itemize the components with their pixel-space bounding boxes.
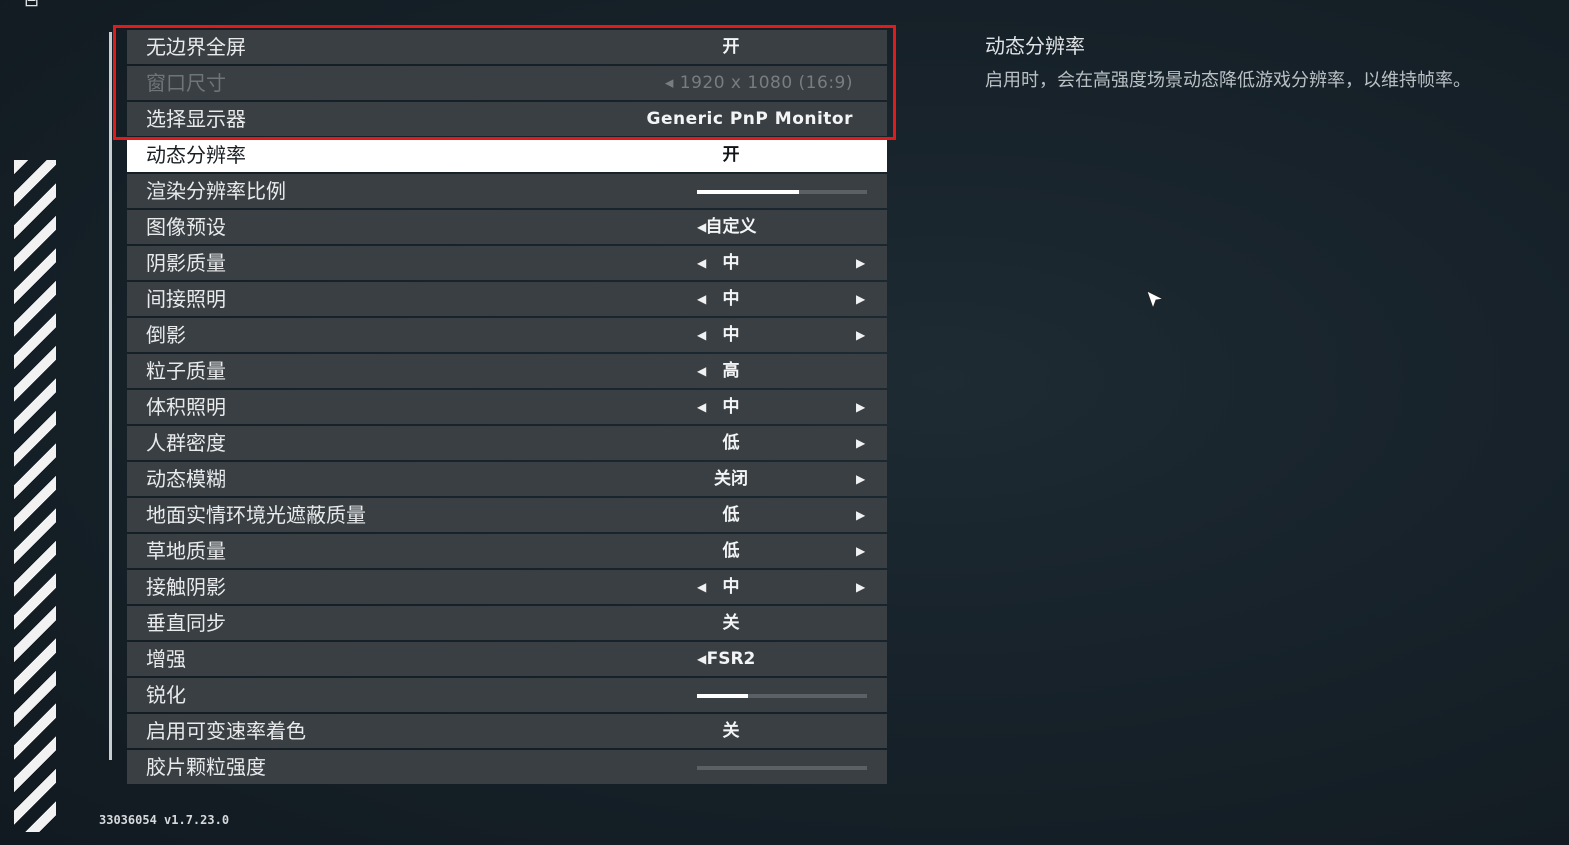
caret-right-icon[interactable]: ▶ — [856, 462, 865, 496]
setting-label: 草地质量 — [146, 539, 226, 563]
setting-value: 中 — [722, 325, 740, 345]
setting-row-dynamic-resolution[interactable]: 动态分辨率 开 — [127, 138, 887, 172]
caret-right-icon[interactable]: ▶ — [856, 570, 865, 604]
setting-value: 低 — [722, 541, 740, 561]
setting-row-particle-quality[interactable]: 粒子质量 ◀ 高 — [127, 354, 887, 388]
settings-list: 无边界全屏 开 窗口尺寸 ◂ 1920 x 1080 (16:9) 选择显示器 … — [127, 30, 887, 786]
setting-value: Generic PnP Monitor — [646, 109, 853, 129]
setting-label: 锐化 — [146, 683, 186, 707]
caret-left-icon: ◂ — [664, 73, 680, 93]
caret-right-icon[interactable]: ▶ — [856, 426, 865, 460]
setting-row-crowd-density[interactable]: 人群密度 低 ▶ — [127, 426, 887, 460]
setting-label: 体积照明 — [146, 395, 226, 419]
setting-row-volumetric-lighting[interactable]: 体积照明 ◀ 中 ▶ — [127, 390, 887, 424]
setting-label: 动态模糊 — [146, 467, 226, 491]
setting-value: 中 — [722, 289, 740, 309]
setting-row-reflections[interactable]: 倒影 ◀ 中 ▶ — [127, 318, 887, 352]
setting-value: 低 — [722, 505, 740, 525]
setting-value: 中 — [722, 253, 740, 273]
setting-label: 接触阴影 — [146, 575, 226, 599]
setting-row-sharpening[interactable]: 锐化 — [127, 678, 887, 712]
setting-row-render-scale[interactable]: 渲染分辨率比例 — [127, 174, 887, 208]
setting-label: 胶片颗粒强度 — [146, 755, 266, 779]
setting-label: 粒子质量 — [146, 359, 226, 383]
setting-value: 高 — [722, 361, 740, 381]
info-description: 启用时，会在高强度场景动态降低游戏分辨率，以维持帧率。 — [985, 70, 1471, 91]
setting-row-film-grain[interactable]: 胶片颗粒强度 — [127, 750, 887, 784]
setting-label: 人群密度 — [146, 431, 226, 455]
setting-value: 关 — [722, 721, 740, 741]
caret-right-icon[interactable]: ▶ — [856, 498, 865, 532]
render-scale-slider[interactable] — [697, 190, 867, 194]
setting-value: 自定义 — [705, 217, 757, 237]
slider-fill — [697, 190, 799, 194]
setting-label: 图像预设 — [146, 215, 226, 239]
setting-row-upscaling[interactable]: 增强 ◀ FSR2 — [127, 642, 887, 676]
setting-label: 窗口尺寸 — [146, 71, 226, 95]
setting-value: 低 — [722, 433, 740, 453]
setting-label: 倒影 — [146, 323, 186, 347]
setting-value: ◂ 1920 x 1080 (16:9) — [664, 73, 853, 93]
setting-label: 启用可变速率着色 — [146, 719, 306, 743]
setting-label: 增强 — [146, 647, 186, 671]
setting-label: 间接照明 — [146, 287, 226, 311]
setting-row-borderless-fullscreen[interactable]: 无边界全屏 开 — [127, 30, 887, 64]
info-title: 动态分辨率 — [985, 34, 1085, 58]
setting-row-shadow-quality[interactable]: 阴影质量 ◀ 中 ▶ — [127, 246, 887, 280]
version-label: 33036054 v1.7.23.0 — [99, 813, 230, 827]
setting-label: 渲染分辨率比例 — [146, 179, 286, 203]
setting-row-vsync[interactable]: 垂直同步 关 — [127, 606, 887, 640]
caret-right-icon[interactable]: ▶ — [856, 534, 865, 568]
caret-right-icon[interactable]: ▶ — [856, 246, 865, 280]
setting-row-motion-blur[interactable]: 动态模糊 关闭 ▶ — [127, 462, 887, 496]
setting-row-grass-quality[interactable]: 草地质量 低 ▶ — [127, 534, 887, 568]
list-scrollbar[interactable] — [109, 32, 112, 760]
slider-fill — [697, 694, 748, 698]
setting-label: 地面实情环境光遮蔽质量 — [146, 503, 366, 527]
setting-row-contact-shadows[interactable]: 接触阴影 ◀ 中 ▶ — [127, 570, 887, 604]
sharpening-slider[interactable] — [697, 694, 867, 698]
setting-row-select-monitor[interactable]: 选择显示器 Generic PnP Monitor — [127, 102, 887, 136]
setting-value: 关闭 — [714, 469, 748, 489]
setting-value: FSR2 — [706, 649, 756, 669]
setting-value: 关 — [722, 613, 740, 633]
setting-label: 选择显示器 — [146, 107, 246, 131]
setting-value: 开 — [722, 145, 740, 165]
setting-value: 中 — [722, 577, 740, 597]
setting-label: 阴影质量 — [146, 251, 226, 275]
setting-value: 中 — [722, 397, 740, 417]
setting-row-variable-rate-shading[interactable]: 启用可变速率着色 关 — [127, 714, 887, 748]
decorative-stripes — [14, 160, 56, 832]
caret-right-icon[interactable]: ▶ — [856, 318, 865, 352]
setting-label: 无边界全屏 — [146, 35, 246, 59]
setting-row-graphics-preset[interactable]: 图像预设 ◀ 自定义 — [127, 210, 887, 244]
setting-value: 开 — [722, 37, 740, 57]
setting-row-indirect-lighting[interactable]: 间接照明 ◀ 中 ▶ — [127, 282, 887, 316]
back-icon[interactable]: ⊟ — [24, 0, 54, 10]
setting-label: 垂直同步 — [146, 611, 226, 635]
caret-right-icon[interactable]: ▶ — [856, 282, 865, 316]
setting-label: 动态分辨率 — [146, 143, 246, 167]
film-grain-slider[interactable] — [697, 766, 867, 770]
mouse-cursor-icon — [1146, 290, 1164, 310]
setting-row-window-size: 窗口尺寸 ◂ 1920 x 1080 (16:9) — [127, 66, 887, 100]
caret-right-icon[interactable]: ▶ — [856, 390, 865, 424]
setting-row-ground-truth-ao[interactable]: 地面实情环境光遮蔽质量 低 ▶ — [127, 498, 887, 532]
